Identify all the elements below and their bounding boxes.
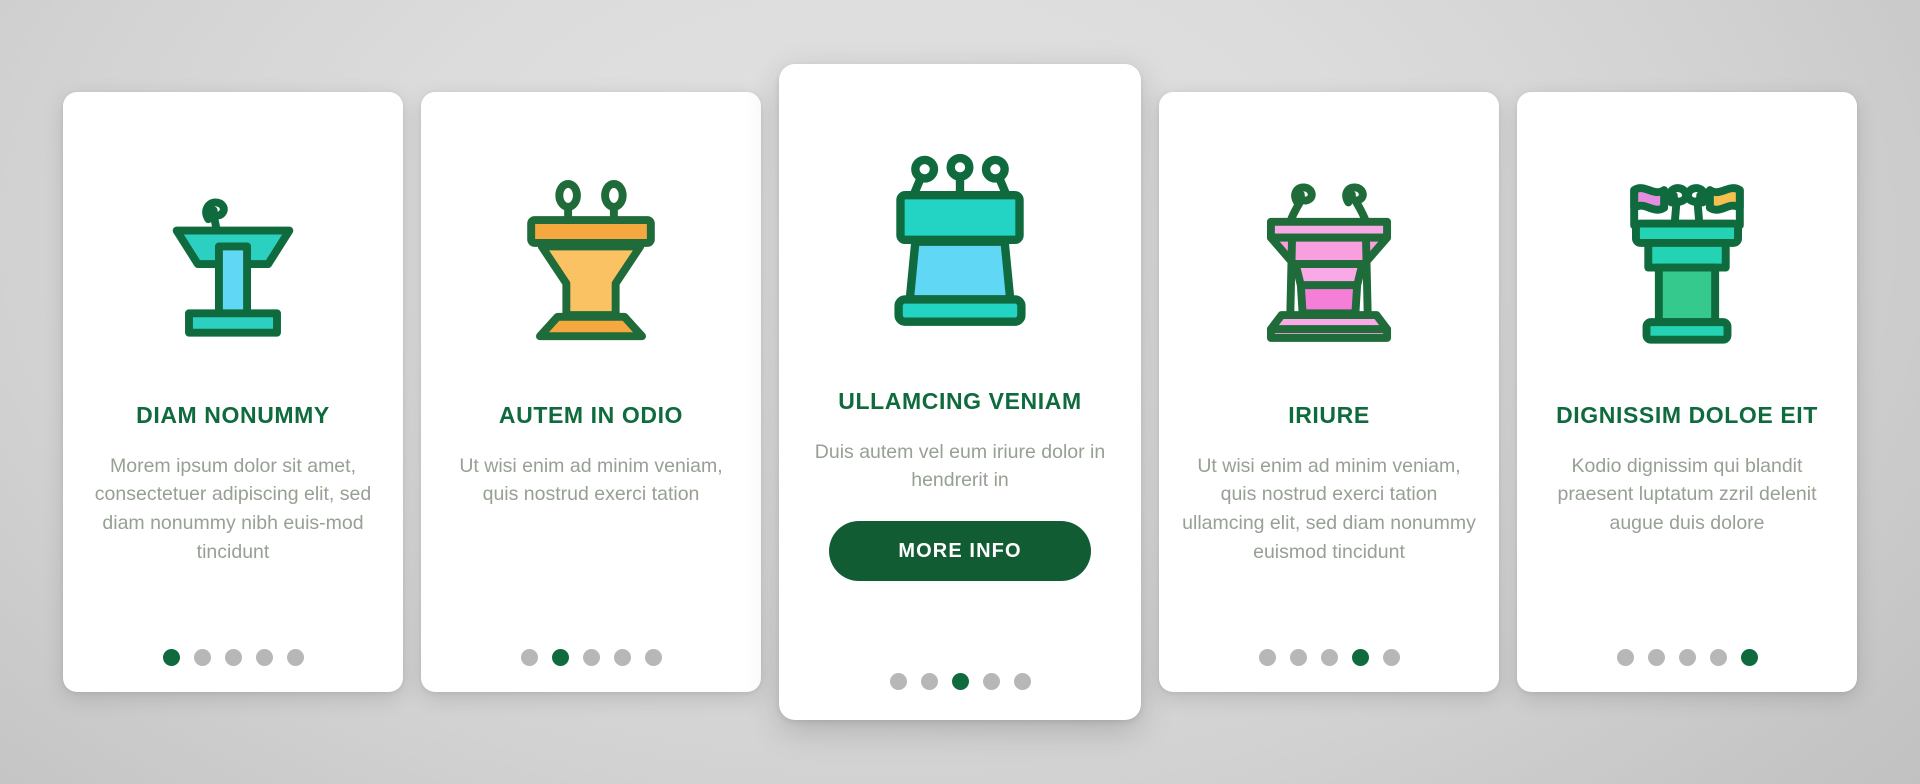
pagination-dots[interactable] (1258, 649, 1400, 666)
pagination-dot-4[interactable] (1709, 649, 1727, 666)
pagination-dot-2[interactable] (193, 649, 211, 666)
card-title: DIAM NONUMMY (136, 402, 330, 428)
podium-speaker-stand-icon (85, 112, 381, 402)
podium-three-microphones-icon (801, 88, 1119, 388)
pagination-dot-1[interactable] (1616, 649, 1634, 666)
pagination-dot-4[interactable] (613, 649, 631, 666)
podium-with-flags-icon (1539, 112, 1835, 402)
podium-two-microphones-icon (443, 112, 739, 402)
pagination-dot-3[interactable] (1678, 649, 1696, 666)
pagination-dot-2[interactable] (920, 673, 938, 690)
pagination-dot-5[interactable] (286, 649, 304, 666)
pagination-dots[interactable] (520, 649, 662, 666)
pagination-dot-3[interactable] (1320, 649, 1338, 666)
pagination-dot-4[interactable] (982, 673, 1000, 690)
onboarding-card-4[interactable]: IRIURE Ut wisi enim ad minim veniam, qui… (1159, 92, 1499, 692)
onboarding-card-5[interactable]: DIGNISSIM DOLOE EIT Kodio dignissim qui … (1517, 92, 1857, 692)
card-body-text: Ut wisi enim ad minim veniam, quis nostr… (1182, 454, 1476, 564)
pagination-dot-2[interactable] (1647, 649, 1665, 666)
card-title: AUTEM IN ODIO (498, 402, 684, 428)
pagination-dot-1[interactable] (162, 649, 180, 666)
pagination-dot-3[interactable] (951, 673, 969, 690)
card-title: IRIURE (1288, 402, 1370, 428)
pagination-dot-4[interactable] (1351, 649, 1369, 666)
pagination-dot-5[interactable] (1013, 673, 1031, 690)
card-title: DIGNISSIM DOLOE EIT (1556, 402, 1818, 428)
card-body-text: Morem ipsum dolor sit amet, consectetuer… (94, 454, 372, 564)
pagination-dot-1[interactable] (520, 649, 538, 666)
card-carousel: DIAM NONUMMY Morem ipsum dolor sit amet,… (63, 64, 1857, 720)
onboarding-card-2[interactable]: AUTEM IN ODIO Ut wisi enim ad minim veni… (421, 92, 761, 692)
pagination-dots[interactable] (162, 649, 304, 666)
onboarding-carousel-stage: DIAM NONUMMY Morem ipsum dolor sit amet,… (0, 0, 1920, 784)
pagination-dot-3[interactable] (224, 649, 242, 666)
pagination-dots[interactable] (1616, 649, 1758, 666)
pagination-dots[interactable] (889, 673, 1031, 690)
pagination-dot-3[interactable] (582, 649, 600, 666)
pagination-dot-5[interactable] (1382, 649, 1400, 666)
card-body-text: Ut wisi enim ad minim veniam, quis nostr… (459, 454, 723, 506)
pagination-dot-5[interactable] (1740, 649, 1758, 666)
pagination-dot-2[interactable] (551, 649, 569, 666)
podium-pink-rostrum-icon (1181, 112, 1477, 402)
pagination-dot-4[interactable] (255, 649, 273, 666)
card-body-text: Kodio dignissim qui blandit praesent lup… (1557, 454, 1817, 535)
pagination-dot-2[interactable] (1289, 649, 1307, 666)
card-body-text: Duis autem vel eum iriure dolor in hendr… (814, 440, 1106, 492)
pagination-dot-1[interactable] (1258, 649, 1276, 666)
card-title: ULLAMCING VENIAM (838, 388, 1082, 414)
onboarding-card-1[interactable]: DIAM NONUMMY Morem ipsum dolor sit amet,… (63, 92, 403, 692)
pagination-dot-5[interactable] (644, 649, 662, 666)
pagination-dot-1[interactable] (889, 673, 907, 690)
onboarding-card-3-featured[interactable]: ULLAMCING VENIAM Duis autem vel eum iriu… (779, 64, 1141, 720)
more-info-button[interactable]: MORE INFO (829, 521, 1091, 582)
